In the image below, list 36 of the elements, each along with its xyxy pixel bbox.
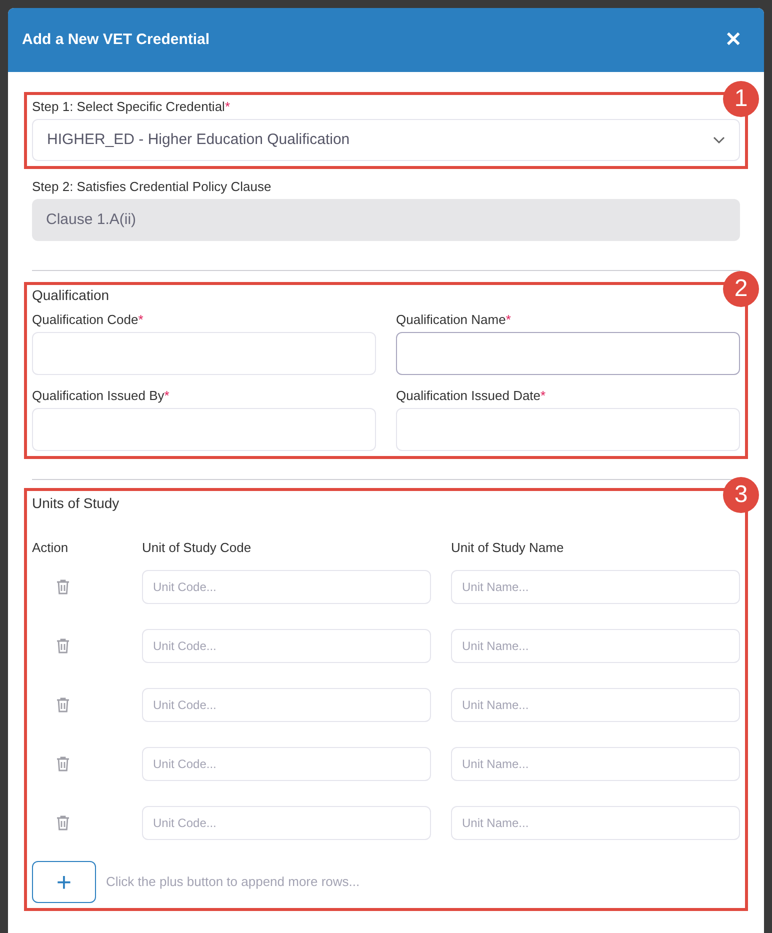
text-field[interactable] [396, 332, 740, 375]
field-label: Step 1: Select Specific Credential* [32, 99, 231, 115]
column-header: Unit of Study Name [451, 540, 565, 556]
unit-code-field[interactable]: Unit Code... [142, 747, 431, 781]
dialog-title: Add a New VET Credential [22, 30, 210, 50]
chevron-down-icon [713, 136, 725, 144]
close-button[interactable]: ✕ [725, 25, 750, 55]
column-header: Action [32, 540, 70, 556]
field-label: Qualification Name* [396, 312, 512, 328]
field-label: Qualification Issued Date* [396, 388, 547, 404]
trash-icon[interactable] [56, 697, 70, 713]
trash-icon[interactable] [56, 638, 70, 654]
trash-icon[interactable] [56, 579, 70, 595]
section-heading: Qualification [32, 286, 110, 304]
field-label: Qualification Issued By* [32, 388, 170, 404]
trash-icon[interactable] [56, 815, 70, 831]
unit-code-field[interactable]: Unit Code... [142, 806, 431, 840]
trash-icon[interactable] [56, 756, 70, 772]
annotation-number: 2 [723, 271, 759, 307]
hint-text: Click the plus button to append more rows... [106, 873, 360, 892]
add-row-button[interactable]: + [32, 861, 96, 903]
unit-name-field[interactable]: Unit Name... [451, 747, 740, 781]
unit-code-field[interactable]: Unit Code... [142, 570, 431, 604]
annotation-number: 3 [723, 477, 759, 513]
field-label: Qualification Code* [32, 312, 144, 328]
credential-select[interactable]: HIGHER_ED - Higher Education Qualification [32, 119, 740, 161]
unit-name-field[interactable]: Unit Name... [451, 806, 740, 840]
field-label: Step 2: Satisfies Credential Policy Clause [32, 179, 272, 195]
unit-code-field[interactable]: Unit Code... [142, 688, 431, 722]
column-header: Unit of Study Code [142, 540, 252, 556]
unit-code-field[interactable]: Unit Code... [142, 629, 431, 663]
unit-name-field[interactable]: Unit Name... [451, 688, 740, 722]
section-heading: Units of Study [32, 494, 120, 512]
unit-name-field[interactable]: Unit Name... [451, 629, 740, 663]
annotation-number: 1 [723, 81, 759, 117]
unit-name-field[interactable]: Unit Name... [451, 570, 740, 604]
